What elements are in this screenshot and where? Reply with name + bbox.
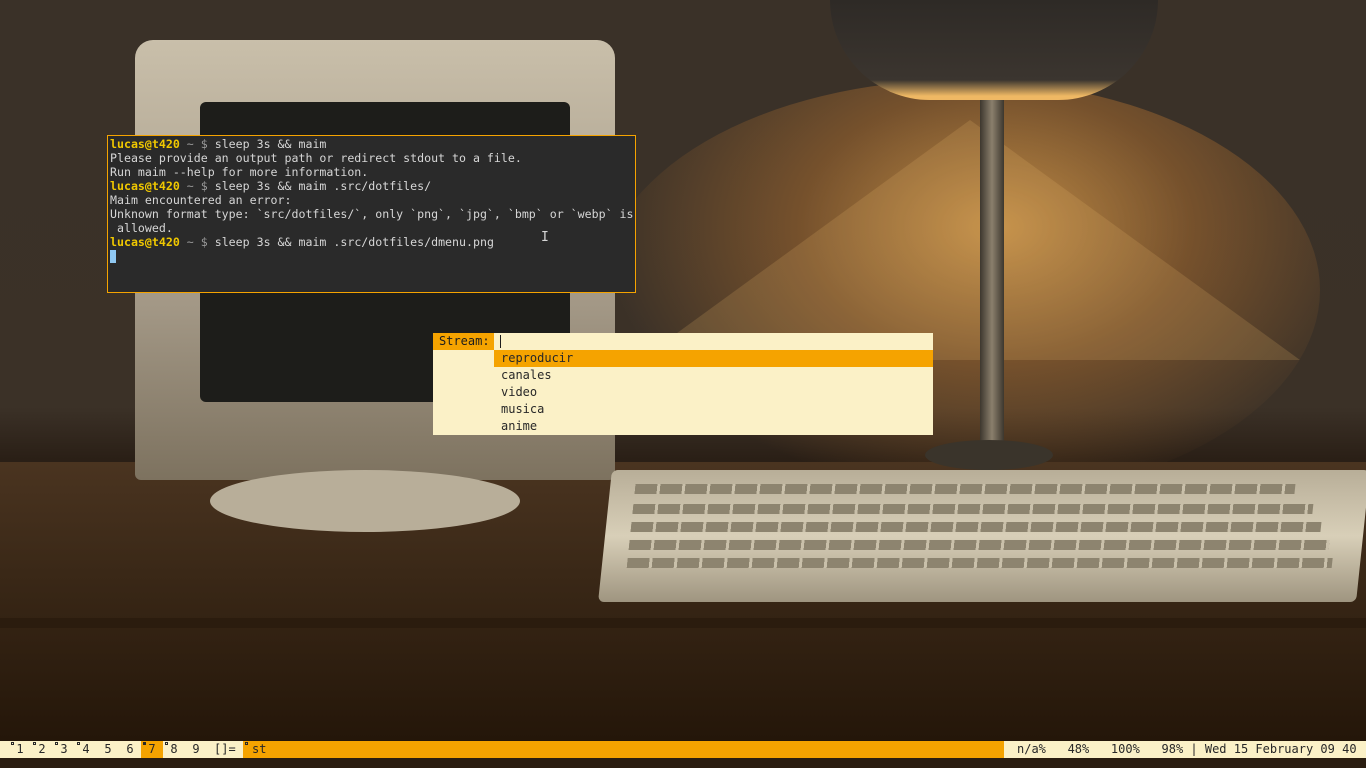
dwm-status-bar: 123456789 []= st n/a% 48% 100% 98% | Wed… — [0, 741, 1366, 758]
terminal-output-line: Maim encountered an error: — [110, 193, 292, 207]
prompt-user: lucas@t420 — [110, 137, 180, 151]
prompt-command: sleep 3s && maim .src/dotfiles/dmenu.png — [214, 235, 494, 249]
dmenu-launcher[interactable]: Stream: reproducir canales video musica anim… — [433, 333, 933, 435]
dmenu-input[interactable] — [494, 333, 933, 350]
tag-list[interactable]: 123456789 — [9, 741, 207, 758]
tag-label: 6 — [126, 742, 134, 756]
terminal-output-line: Please provide an output path or redirec… — [110, 151, 522, 165]
tag-label: 8 — [170, 742, 178, 756]
tag-8[interactable]: 8 — [163, 741, 185, 758]
wallpaper-lampshade — [830, 0, 1158, 100]
status-text: n/a% 48% 100% 98% | Wed 15 February 09 4… — [1004, 741, 1366, 758]
prompt-command: sleep 3s && maim .src/dotfiles/ — [214, 179, 432, 193]
prompt-user: lucas@t420 — [110, 235, 180, 249]
dmenu-item[interactable]: anime — [494, 418, 933, 435]
terminal-output-line: Run maim --help for more information. — [110, 165, 369, 179]
tag-4[interactable]: 4 — [75, 741, 97, 758]
tag-occupied-indicator — [55, 742, 58, 745]
window-title-area[interactable]: st — [243, 741, 1004, 758]
lamp-light-cone — [640, 120, 1300, 360]
dmenu-item[interactable]: reproducir — [494, 350, 933, 367]
tag-5[interactable]: 5 — [97, 741, 119, 758]
dmenu-prompt: Stream: — [433, 333, 494, 350]
keyboard-row — [630, 522, 1322, 532]
tag-6[interactable]: 6 — [119, 741, 141, 758]
terminal-prompt-line: lucas@t420 ~ $ sleep 3s && maim .src/dot… — [110, 179, 633, 193]
tag-9[interactable]: 9 — [185, 741, 207, 758]
tag-3[interactable]: 3 — [53, 741, 75, 758]
tag-occupied-indicator — [165, 742, 168, 745]
dmenu-item[interactable]: video — [494, 384, 933, 401]
terminal-output-line: allowed. — [110, 221, 173, 235]
tag-occupied-indicator — [33, 742, 36, 745]
keyboard-row — [626, 558, 1333, 568]
terminal-cursor-line[interactable] — [110, 249, 633, 263]
wallpaper-monitor-stand — [210, 470, 520, 532]
tag-label: 1 — [16, 742, 24, 756]
tag-7[interactable]: 7 — [141, 741, 163, 758]
tag-label: 2 — [38, 742, 46, 756]
terminal-output-line: Unknown format type: `src/dotfiles/`, on… — [110, 207, 634, 221]
keyboard-row — [628, 540, 1330, 550]
tag-label: 4 — [82, 742, 90, 756]
tag-label: 3 — [60, 742, 68, 756]
tag-label: 5 — [104, 742, 112, 756]
prompt-user: lucas@t420 — [110, 179, 180, 193]
tag-1[interactable]: 1 — [9, 741, 31, 758]
keyboard-row — [632, 504, 1314, 514]
title-floating-indicator — [245, 742, 248, 745]
terminal-window[interactable]: lucas@t420 ~ $ sleep 3s && maim Please pr… — [107, 135, 636, 293]
terminal-prompt-line: lucas@t420 ~ $ sleep 3s && maim .src/dot… — [110, 235, 633, 249]
terminal-output[interactable]: lucas@t420 ~ $ sleep 3s && maim Please pr… — [110, 137, 634, 249]
window-title: st — [252, 742, 267, 756]
tag-2[interactable]: 2 — [31, 741, 53, 758]
wallpaper-desk-edge — [0, 618, 1366, 628]
wallpaper-bottom-strip — [0, 758, 1366, 768]
tag-occupied-indicator — [11, 742, 14, 745]
prompt-command: sleep 3s && maim — [214, 137, 327, 151]
dmenu-item[interactable]: musica — [494, 401, 933, 418]
prompt-path: ~ $ — [179, 179, 215, 193]
mouse-ibeam-cursor: I — [541, 230, 549, 245]
keyboard-row — [634, 484, 1296, 494]
tag-occupied-indicator — [77, 742, 80, 745]
prompt-path: ~ $ — [179, 235, 215, 249]
tag-label: 7 — [148, 742, 156, 756]
wallpaper-lamp-base — [925, 440, 1053, 470]
dmenu-text-caret — [500, 335, 501, 348]
prompt-path: ~ $ — [179, 137, 215, 151]
wallpaper-keyboard — [598, 470, 1366, 602]
layout-symbol[interactable]: []= — [214, 741, 236, 758]
terminal-cursor — [110, 250, 116, 263]
dmenu-item[interactable]: canales — [494, 367, 933, 384]
tag-label: 9 — [192, 742, 200, 756]
tag-occupied-indicator — [143, 742, 146, 745]
terminal-prompt-line: lucas@t420 ~ $ sleep 3s && maim — [110, 137, 633, 151]
wallpaper-lamp-pole — [980, 70, 1004, 450]
dmenu-item-list[interactable]: reproducir canales video musica anime — [494, 350, 933, 435]
